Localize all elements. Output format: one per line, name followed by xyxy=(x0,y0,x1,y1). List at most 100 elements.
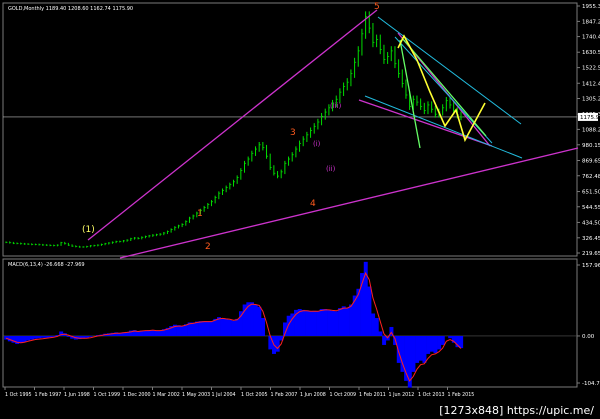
x-tick-label: 1 Jun 2008 xyxy=(300,392,326,398)
macd-bar xyxy=(396,335,401,363)
x-tick-label: 1 Feb 2015 xyxy=(448,392,475,398)
price-y-tick-label: 1522.50 xyxy=(582,66,600,72)
wave-label: (1) xyxy=(82,225,95,235)
cyan-support-line xyxy=(364,95,523,159)
macd-panel-header: MACD(6,13,4) -26.668 -27.969 xyxy=(8,262,85,268)
macd-bar xyxy=(426,335,431,354)
macd-bar xyxy=(216,317,221,336)
price-y-tick-label: 1955.35 xyxy=(582,4,600,10)
macd-bar xyxy=(275,335,280,352)
price-y-tick-label: 1305.25 xyxy=(582,97,600,103)
macd-bar xyxy=(209,321,214,336)
macd-bar xyxy=(158,330,163,336)
x-tick-label: 1 Feb 2011 xyxy=(359,392,386,398)
x-tick-label: 1 Mar 2002 xyxy=(153,392,180,398)
wave-label: 4 xyxy=(310,199,316,209)
x-tick-label: 1 Oct 1999 xyxy=(94,392,121,398)
macd-bar xyxy=(338,308,343,336)
macd-bar xyxy=(239,311,243,336)
wave-label: (i) xyxy=(313,140,321,148)
macd-bar xyxy=(29,335,34,340)
price-y-tick-label: 1412.40 xyxy=(582,81,600,87)
price-y-tick-label: 219.65 xyxy=(582,251,600,257)
wave-label: 1 xyxy=(197,209,203,219)
macd-bar xyxy=(183,324,188,336)
macd-bar xyxy=(327,309,332,336)
macd-bar xyxy=(286,315,291,336)
macd-bar xyxy=(40,335,45,338)
wave-label: 2 xyxy=(205,242,211,252)
macd-bar xyxy=(44,335,49,338)
macd-bar xyxy=(191,322,196,336)
macd-bar xyxy=(440,335,445,345)
macd-bar xyxy=(235,318,240,336)
price-y-tick-label: 326.45 xyxy=(582,236,600,242)
price-y-tick-label: 651.50 xyxy=(582,190,600,196)
x-tick-label: 1 Jun 1998 xyxy=(64,392,90,398)
macd-bar xyxy=(301,309,306,336)
macd-y-tick-label: 0.00 xyxy=(582,334,595,340)
macd-bar xyxy=(143,330,148,336)
macd-bar xyxy=(374,317,379,336)
macd-bar xyxy=(220,317,225,336)
x-tick-label: 1 Feb 1997 xyxy=(35,392,62,398)
macd-bar xyxy=(198,321,203,336)
x-tick-label: 1 Oct 2013 xyxy=(418,392,445,398)
macd-bar xyxy=(231,320,236,336)
macd-bar xyxy=(202,321,207,336)
macd-bar xyxy=(154,330,159,336)
price-y-tick-label: 1630.55 xyxy=(582,50,600,56)
macd-bar xyxy=(448,335,453,339)
price-y-tick-label: 1740.45 xyxy=(582,35,600,41)
watermark: [1273x848] https://upic.me/ xyxy=(437,404,596,417)
macd-bar xyxy=(213,318,218,336)
macd-bar xyxy=(378,331,383,336)
macd-bar xyxy=(411,335,416,372)
macd-bar xyxy=(176,325,181,336)
current-price-label: 1175.90 xyxy=(580,115,600,121)
macd-bar xyxy=(227,319,232,336)
macd-bar xyxy=(334,311,339,336)
price-y-tick-label: 544.55 xyxy=(582,205,600,211)
x-tick-label: 1 Oct 1995 xyxy=(5,392,32,398)
macd-bar xyxy=(308,311,313,336)
price-panel-header: GOLD,Monthly 1189.40 1208.60 1162.74 117… xyxy=(8,6,133,12)
macd-bar xyxy=(250,302,254,336)
x-tick-label: 1 Feb 2007 xyxy=(271,392,298,398)
macd-bar xyxy=(84,335,89,338)
x-tick-label: 1 Jul 2004 xyxy=(212,392,236,398)
macd-bar xyxy=(37,335,42,339)
macd-bar xyxy=(319,309,324,336)
macd-bar xyxy=(316,311,321,336)
x-tick-label: 1 Jun 2012 xyxy=(389,392,415,398)
price-y-tick-label: 1847.25 xyxy=(582,19,600,25)
macd-bar xyxy=(136,331,141,336)
macd-bar xyxy=(88,335,93,337)
macd-bar xyxy=(194,321,199,336)
x-tick-label: 1 Oct 2005 xyxy=(241,392,268,398)
macd-bar xyxy=(345,307,350,336)
macd-bar xyxy=(224,318,229,336)
macd-bar xyxy=(459,335,464,349)
macd-bar xyxy=(341,306,346,336)
macd-bar xyxy=(26,335,31,341)
wave-label: 5 xyxy=(374,2,380,12)
macd-bar xyxy=(268,335,273,350)
macd-bar xyxy=(312,310,317,336)
macd-bar xyxy=(352,295,357,336)
price-y-tick-label: 434.50 xyxy=(582,220,600,226)
macd-bar xyxy=(323,309,328,336)
macd-bar xyxy=(429,335,434,352)
macd-bar xyxy=(422,335,427,363)
macd-bar xyxy=(433,335,438,354)
chart-canvas: 1955.35 1847.25 1740.45 1630.55 1522.50 1412.… xyxy=(2,2,600,398)
price-y-tick-label: 1088.20 xyxy=(582,127,600,133)
macd-bar xyxy=(180,326,185,336)
x-tick-label: 1 May 2003 xyxy=(182,392,210,398)
price-y-tick-label: 869.65 xyxy=(582,159,600,165)
macd-bar xyxy=(150,330,155,336)
macd-bar xyxy=(253,304,258,336)
price-y-tick-label: 762.48 xyxy=(582,174,600,180)
x-tick-label: 1 Dec 2000 xyxy=(123,392,151,398)
macd-y-tick-label: -104.733 xyxy=(582,381,600,387)
